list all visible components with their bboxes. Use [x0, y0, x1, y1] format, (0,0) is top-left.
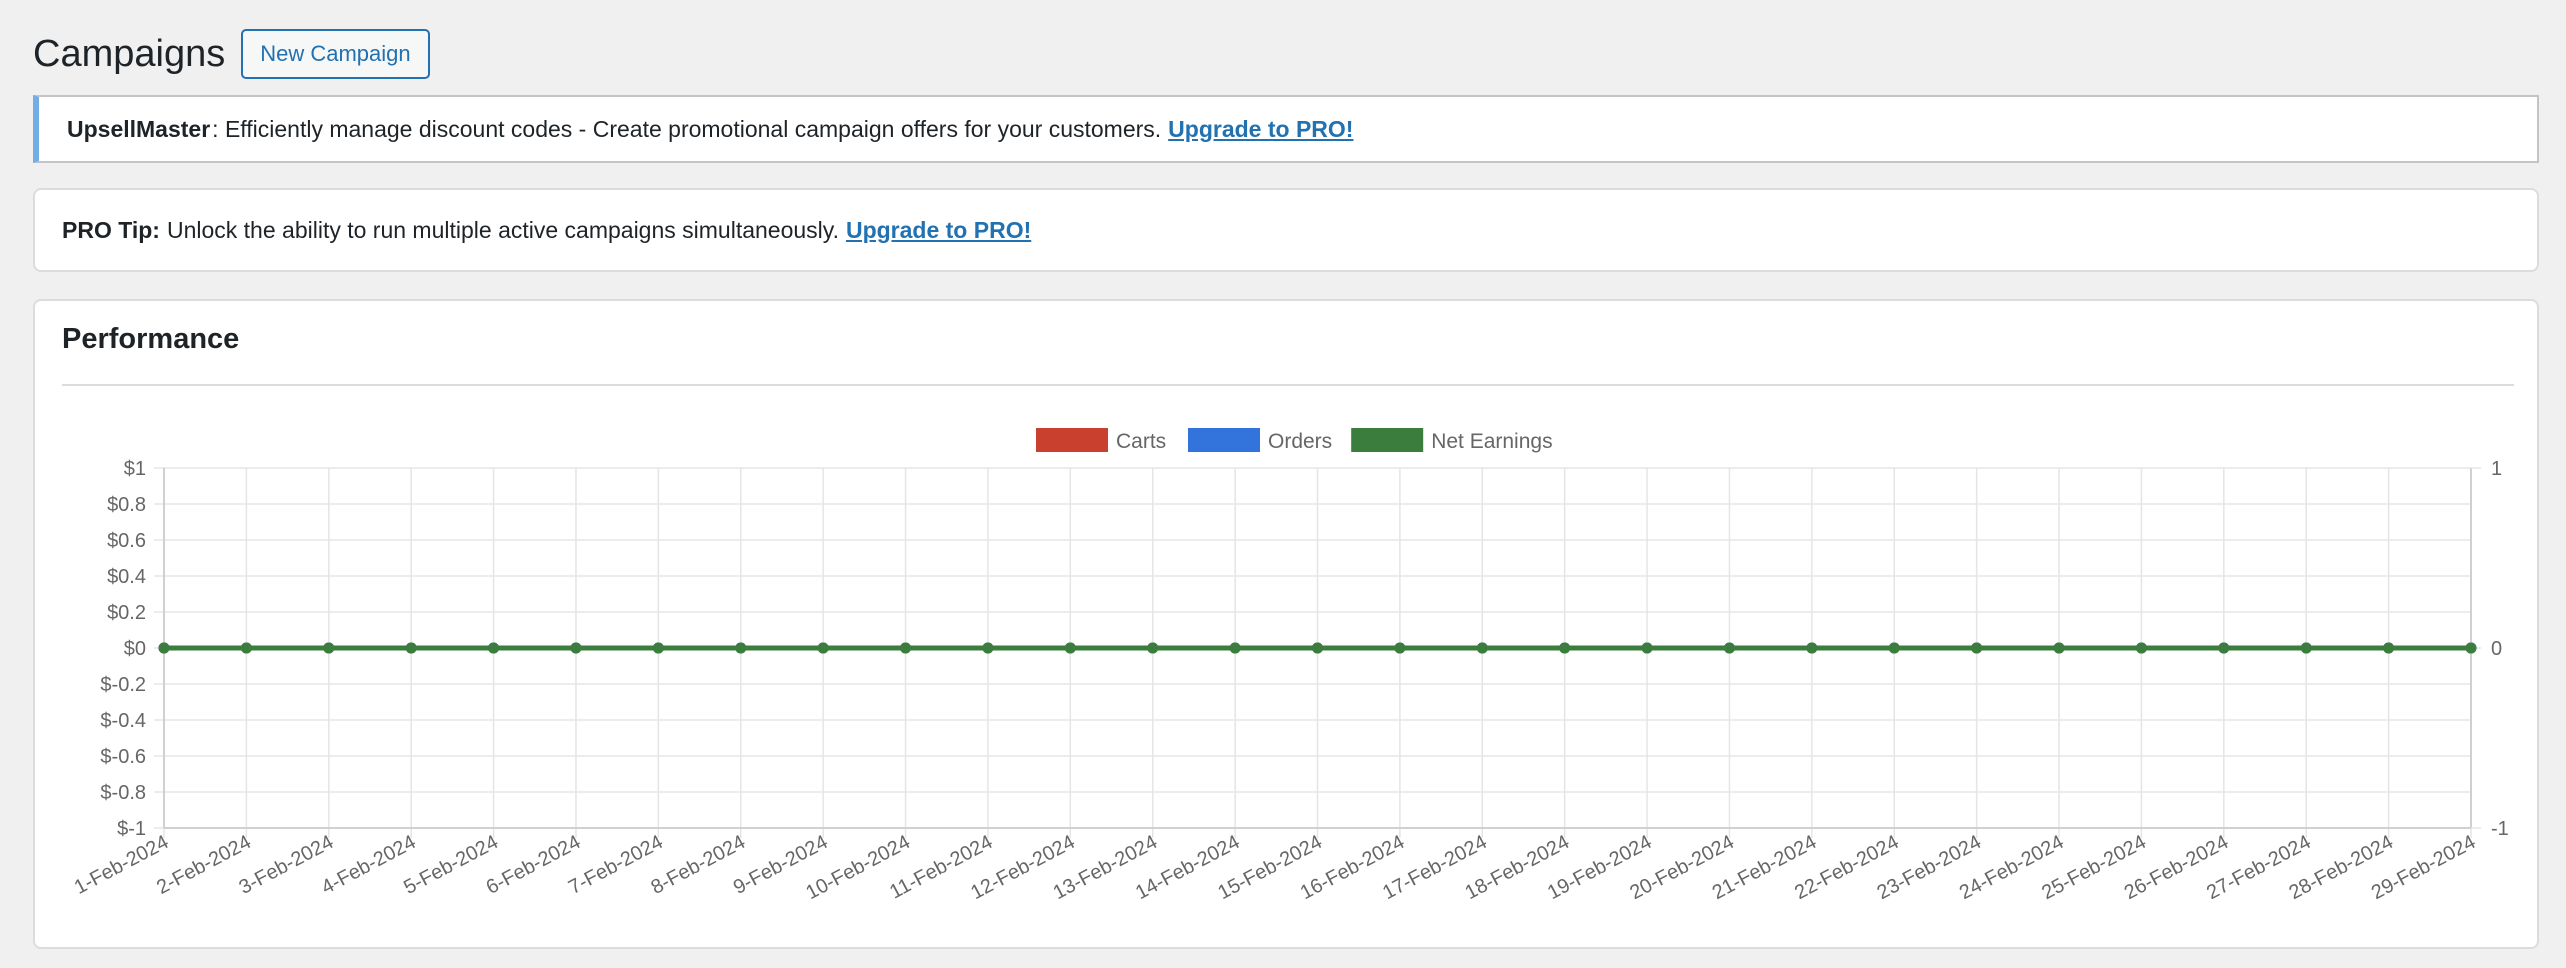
- legend-label: Net Earnings: [1431, 430, 1552, 453]
- y-left-tick-label: $1: [124, 458, 146, 480]
- y-right-tick-label: 0: [2491, 638, 2502, 660]
- performance-panel: Performance $1 $0.8 $0.6 $0.4 $0.2 $0 $-0.2 $-0…: [33, 299, 2539, 949]
- performance-chart: $1 $0.8 $0.6 $0.4 $0.2 $0 $-0.2 $-0.4 $-0.6 $-0.8…: [71, 428, 2509, 904]
- y-left-tick-label: $0.6: [107, 530, 146, 552]
- data-point: [323, 642, 335, 654]
- y-left-tick-label: $-0.4: [100, 710, 146, 732]
- legend-swatch: [1188, 428, 1260, 452]
- data-point: [1971, 642, 1983, 654]
- data-point: [982, 642, 994, 654]
- legend-label: Carts: [1116, 430, 1166, 453]
- data-point: [1147, 642, 1159, 654]
- data-point: [1641, 642, 1653, 654]
- data-point: [652, 642, 664, 654]
- data-point: [1229, 642, 1241, 654]
- y-left-tick-label: $0.8: [107, 494, 146, 516]
- y-left-tick-label: $0: [124, 638, 146, 660]
- y-left-tick-label: $0.4: [107, 566, 146, 588]
- data-point: [2135, 642, 2147, 654]
- data-point: [2383, 642, 2395, 654]
- data-point: [1064, 642, 1076, 654]
- y-left-tick-label: $-0.6: [100, 746, 146, 768]
- legend-label: Orders: [1268, 430, 1332, 453]
- y-right-tick-label: 1: [2491, 458, 2502, 480]
- data-point: [1806, 642, 1818, 654]
- y-left-tick-label: $-0.8: [100, 782, 146, 804]
- y-left-tick-label: $0.2: [107, 602, 146, 624]
- data-point: [2300, 642, 2312, 654]
- data-point: [1312, 642, 1323, 654]
- data-point: [158, 642, 170, 654]
- data-point: [1559, 642, 1571, 654]
- legend-swatch: [1351, 428, 1424, 452]
- data-point: [488, 642, 500, 654]
- data-point: [1394, 642, 1406, 654]
- data-point: [735, 642, 747, 654]
- legend-swatch: [1036, 428, 1108, 452]
- data-point: [1476, 642, 1488, 654]
- data-point: [2053, 642, 2065, 654]
- data-point: [2218, 642, 2230, 654]
- y-left-tick-label: $-0.2: [100, 674, 146, 696]
- data-point: [405, 642, 417, 654]
- data-point: [1723, 642, 1735, 654]
- y-right-tick-label: -1: [2491, 818, 2509, 840]
- data-point: [570, 642, 582, 654]
- y-left-tick-label: $-1: [117, 818, 146, 840]
- data-point: [900, 642, 912, 654]
- data-point: [817, 642, 829, 654]
- data-point: [2465, 642, 2477, 654]
- data-point: [1888, 642, 1900, 654]
- data-point: [240, 642, 252, 654]
